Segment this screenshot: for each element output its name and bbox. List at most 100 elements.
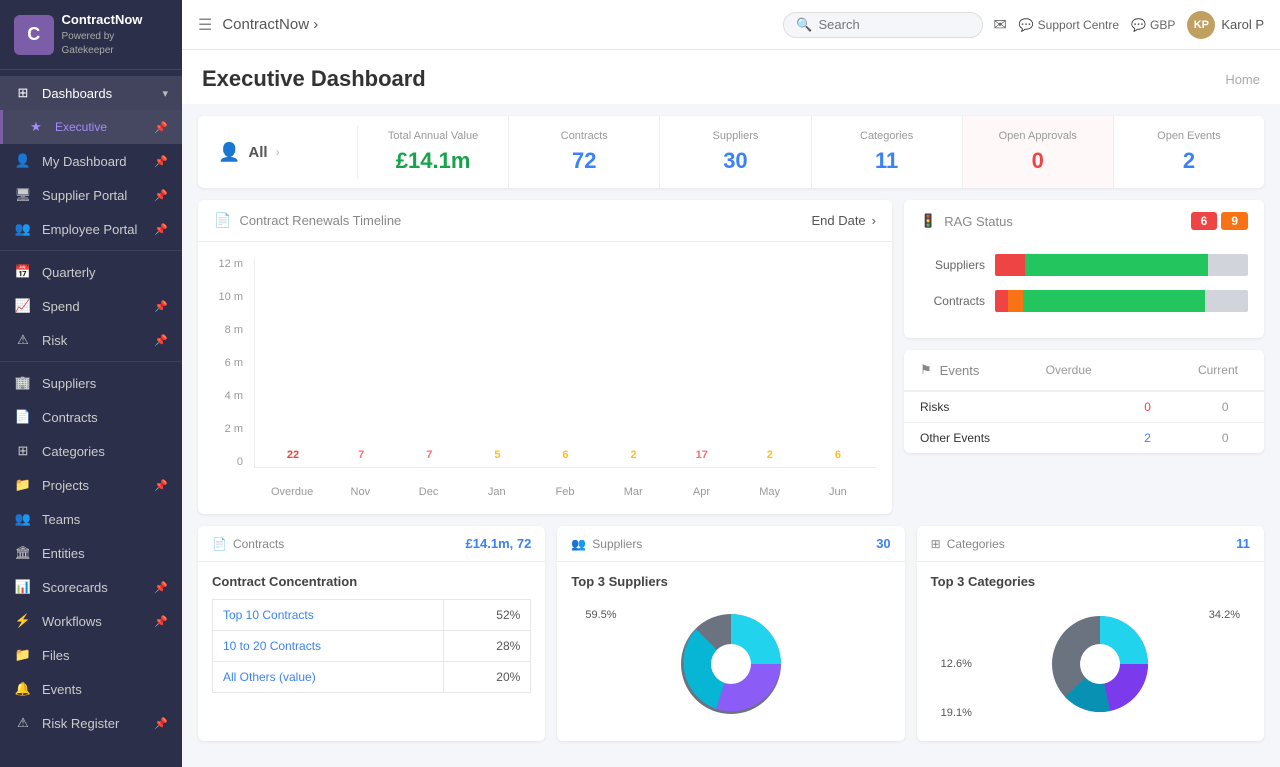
categories-layers-icon: ⊞ [931,537,941,551]
concentration-label[interactable]: Top 10 Contracts [213,600,444,631]
sidebar-item-teams[interactable]: 👥 Teams [0,502,182,536]
cat-label-12: 12.6% [941,658,972,670]
events-title: ⚑ Events [920,362,979,378]
sidebar-item-risk[interactable]: ⚠ Risk 📌 [0,323,182,357]
sidebar-item-suppliers[interactable]: 🏢 Suppliers [0,366,182,400]
sidebar-item-spend[interactable]: 📈 Spend 📌 [0,289,182,323]
currency-selector[interactable]: 💬 GBP [1131,18,1175,32]
sidebar-item-label: Categories [42,444,105,459]
risks-current: 0 [1186,392,1264,423]
hamburger-icon[interactable]: ☰ [198,15,212,35]
all-filter[interactable]: 👤 All › [198,126,358,179]
support-centre-button[interactable]: 💬 Support Centre [1019,18,1119,32]
all-label: All [248,144,267,161]
sidebar-item-contracts[interactable]: 📄 Contracts [0,400,182,434]
scorecards-icon: 📊 [14,579,32,595]
risk-pin-icon: 📌 [154,334,168,347]
open-approvals-value: 0 [973,148,1103,174]
logo-icon: C [14,15,54,55]
sidebar-item-scorecards[interactable]: 📊 Scorecards 📌 [0,570,182,604]
right-panels: 🚦 RAG Status 6 9 Suppliers [904,200,1264,514]
search-icon: 🔍 [796,17,812,33]
sidebar-item-events[interactable]: 🔔 Events [0,672,182,706]
concentration-label[interactable]: 10 to 20 Contracts [213,631,444,662]
risk-icon: ⚠ [14,332,32,348]
scorecards-pin-icon: 📌 [154,581,168,594]
risk-register-pin-icon: 📌 [154,717,168,730]
events-panel: ⚑ Events Overdue Current Risks 0 0 [904,350,1264,453]
workflows-pin-icon: 📌 [154,615,168,628]
employee-portal-pin-icon: 📌 [154,223,168,236]
suppliers-pie: 59.5% [571,599,890,729]
concentration-pct: 52% [443,600,530,631]
sidebar-item-label: Quarterly [42,265,95,280]
sidebar-item-employee-portal[interactable]: 👥 Employee Portal 📌 [0,212,182,246]
my-dashboard-pin-icon: 📌 [154,155,168,168]
sidebar-item-label: Risk [42,333,67,348]
sidebar-item-risk-register[interactable]: ⚠ Risk Register 📌 [0,706,182,740]
projects-pin-icon: 📌 [154,479,168,492]
sidebar-item-categories[interactable]: ⊞ Categories [0,434,182,468]
suppliers-bottom-value: 30 [876,536,890,551]
x-labels: OverdueNovDecJanFebMarAprMayJun [254,480,876,498]
sidebar-item-my-dashboard[interactable]: 👤 My Dashboard 📌 [0,144,182,178]
sidebar-item-quarterly[interactable]: 📅 Quarterly [0,255,182,289]
categories-stat: Categories 11 [812,116,963,188]
sidebar-item-dashboards[interactable]: ⊞ Dashboards ▾ [0,76,182,110]
sidebar-item-label: Dashboards [42,86,112,101]
sidebar-item-label: Risk Register [42,716,119,731]
events-table: Risks 0 0 Other Events 2 0 [904,391,1264,453]
risks-overdue: 0 [1109,392,1187,423]
breadcrumb: ContractNow › [222,16,318,33]
x-axis-label: Overdue [262,480,322,498]
x-axis-label: Mar [603,480,663,498]
x-axis-label: Dec [398,480,458,498]
user-menu[interactable]: KP Karol P [1187,11,1264,39]
employee-portal-icon: 👥 [14,221,32,237]
x-axis-label: Jun [808,480,868,498]
categories-value: 11 [822,148,952,174]
bottom-row: 📄 Contracts £14.1m, 72 Contract Concentr… [198,526,1264,741]
suppliers-bottom-panel: 👥 Suppliers 30 Top 3 Suppliers [557,526,904,741]
rag-red-seg [995,254,1025,276]
sidebar-item-files[interactable]: 📁 Files [0,638,182,672]
top3-categories-label: Top 3 Categories [931,574,1250,589]
rag-gray-seg [1208,254,1248,276]
rag-green-seg [1023,290,1205,312]
topbar-actions: ✉ 💬 Support Centre 💬 GBP KP Karol P [993,11,1264,39]
page-header: Executive Dashboard Home [182,50,1280,104]
sidebar-item-label: Employee Portal [42,222,137,237]
rag-badge-red: 6 [1191,212,1218,230]
sidebar-item-projects[interactable]: 📁 Projects 📌 [0,468,182,502]
concentration-label[interactable]: All Others (value) [213,662,444,693]
rag-badges: 6 9 [1191,212,1248,230]
sidebar-item-workflows[interactable]: ⚡ Workflows 📌 [0,604,182,638]
sidebar-item-label: Supplier Portal [42,188,127,203]
x-axis-label: Feb [535,480,595,498]
sidebar-item-executive[interactable]: ★ Executive 📌 [0,110,182,144]
workflows-icon: ⚡ [14,613,32,629]
search-input[interactable] [819,17,971,32]
open-events-label: Open Events [1124,130,1254,142]
table-row: Top 10 Contracts52% [213,600,531,631]
bar-value-label: 2 [631,449,637,461]
categories-label: Categories [822,130,952,142]
bar-value-label: 5 [494,449,500,461]
open-events-stat: Open Events 2 [1114,116,1264,188]
arrow-right-icon: › [276,145,280,159]
contracts-doc-icon: 📄 [212,537,227,551]
supplier-portal-pin-icon: 📌 [154,189,168,202]
mail-icon[interactable]: ✉ [993,15,1006,35]
contracts-bottom-header: 📄 Contracts £14.1m, 72 [198,526,545,562]
sidebar-item-entities[interactable]: 🏛 Entities [0,536,182,570]
concentration-pct: 20% [443,662,530,693]
sidebar-item-supplier-portal[interactable]: 🖥 Supplier Portal 📌 [0,178,182,212]
sidebar-item-label: Suppliers [42,376,96,391]
concentration-title: Contract Concentration [212,574,531,589]
chart-filter[interactable]: End Date › [811,213,876,228]
contracts-bottom-title: 📄 Contracts [212,537,284,551]
app-name: ContractNow [62,12,169,29]
search-box[interactable]: 🔍 [783,12,983,38]
total-annual-value-label: Total Annual Value [368,130,498,142]
home-link[interactable]: Home [1225,72,1260,87]
